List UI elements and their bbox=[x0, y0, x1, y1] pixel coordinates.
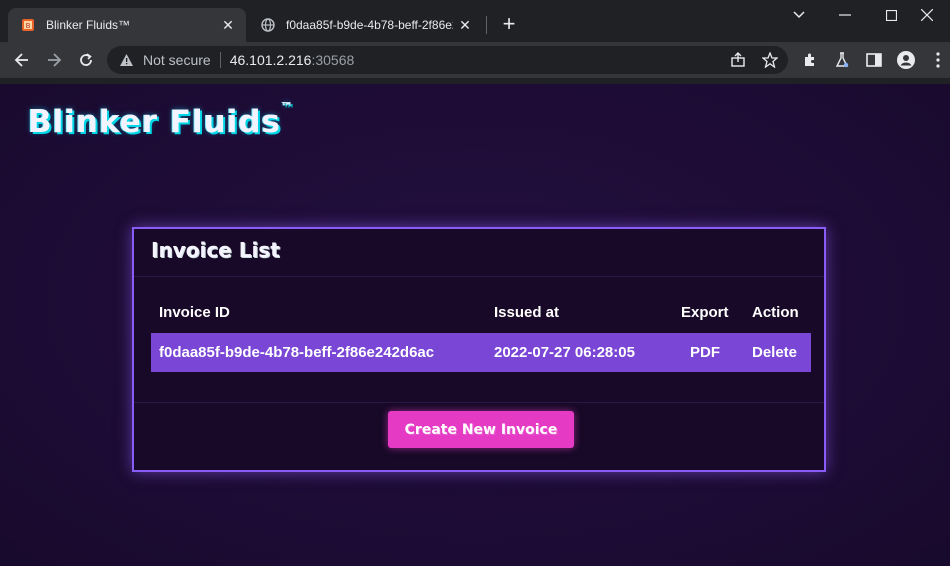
globe-icon bbox=[260, 17, 276, 33]
url-port: :30568 bbox=[311, 52, 355, 68]
forward-icon[interactable] bbox=[40, 46, 68, 74]
tab-close-icon[interactable]: ✕ bbox=[216, 17, 240, 34]
header-action: Action bbox=[752, 304, 799, 321]
logo-text: Blinker Fluids bbox=[28, 104, 281, 140]
create-new-invoice-button[interactable]: Create New Invoice bbox=[388, 411, 574, 448]
tab-title: Blinker Fluids™ bbox=[46, 18, 131, 32]
url-host: 46.101.2.216 bbox=[229, 52, 312, 68]
svg-text:B: B bbox=[26, 22, 31, 30]
invoice-table: Invoice ID Issued at Export Action f0daa… bbox=[151, 293, 811, 372]
new-tab-icon[interactable]: + bbox=[497, 12, 521, 36]
delete-link[interactable]: Delete bbox=[752, 344, 797, 361]
card-footer-divider bbox=[134, 402, 824, 403]
close-window-icon[interactable] bbox=[904, 0, 950, 30]
logo-trademark: ™ bbox=[280, 100, 294, 114]
reload-icon[interactable] bbox=[72, 46, 100, 74]
tab-separator bbox=[486, 16, 487, 34]
tab-title: f0daa85f-b9de-4b78-beff-2f86e2 bbox=[286, 18, 453, 32]
tab-search-chevron-icon[interactable] bbox=[776, 0, 822, 30]
tab-strip: B Blinker Fluids™ ✕ f0daa85f-b9de-4b78-b… bbox=[0, 0, 950, 42]
export-pdf-link[interactable]: PDF bbox=[690, 344, 720, 361]
header-issued-at: Issued at bbox=[494, 304, 560, 321]
table-header: Invoice ID Issued at Export Action bbox=[151, 293, 811, 333]
table-row: f0daa85f-b9de-4b78-beff-2f86e242d6ac 202… bbox=[151, 333, 811, 372]
header-invoice-id: Invoice ID bbox=[159, 304, 230, 321]
address-divider bbox=[219, 52, 221, 68]
warning-icon bbox=[119, 53, 135, 67]
invoice-card: Invoice List Invoice ID Issued at Export… bbox=[132, 227, 826, 472]
back-icon[interactable] bbox=[8, 46, 36, 74]
security-label: Not secure bbox=[143, 52, 211, 68]
header-export: Export bbox=[681, 304, 729, 321]
address-bar[interactable]: Not secure 46.101.2.216:30568 bbox=[107, 46, 788, 74]
tab-close-icon[interactable]: ✕ bbox=[453, 17, 477, 34]
profile-avatar-icon[interactable] bbox=[892, 46, 920, 74]
browser-chrome: B Blinker Fluids™ ✕ f0daa85f-b9de-4b78-b… bbox=[0, 0, 950, 84]
labs-flask-icon[interactable] bbox=[828, 46, 856, 74]
share-icon[interactable] bbox=[726, 48, 750, 72]
card-header: Invoice List bbox=[134, 229, 824, 277]
site-logo[interactable]: Blinker Fluids™ bbox=[28, 100, 294, 140]
invoice-id-cell: f0daa85f-b9de-4b78-beff-2f86e242d6ac bbox=[159, 344, 435, 361]
page-viewport: Blinker Fluids™ Invoice List Invoice ID … bbox=[0, 84, 950, 566]
extensions-icon[interactable] bbox=[796, 46, 824, 74]
favicon-icon: B bbox=[20, 17, 36, 33]
bookmark-star-icon[interactable] bbox=[758, 48, 782, 72]
menu-kebab-icon[interactable] bbox=[924, 46, 950, 74]
tab-blinker-fluids[interactable]: B Blinker Fluids™ ✕ bbox=[8, 8, 246, 42]
tab-invoice[interactable]: f0daa85f-b9de-4b78-beff-2f86e2 ✕ bbox=[248, 8, 483, 42]
side-panel-icon[interactable] bbox=[860, 46, 888, 74]
card-title: Invoice List bbox=[151, 238, 280, 262]
issued-at-cell: 2022-07-27 06:28:05 bbox=[494, 344, 635, 361]
minimize-icon[interactable] bbox=[822, 0, 868, 30]
